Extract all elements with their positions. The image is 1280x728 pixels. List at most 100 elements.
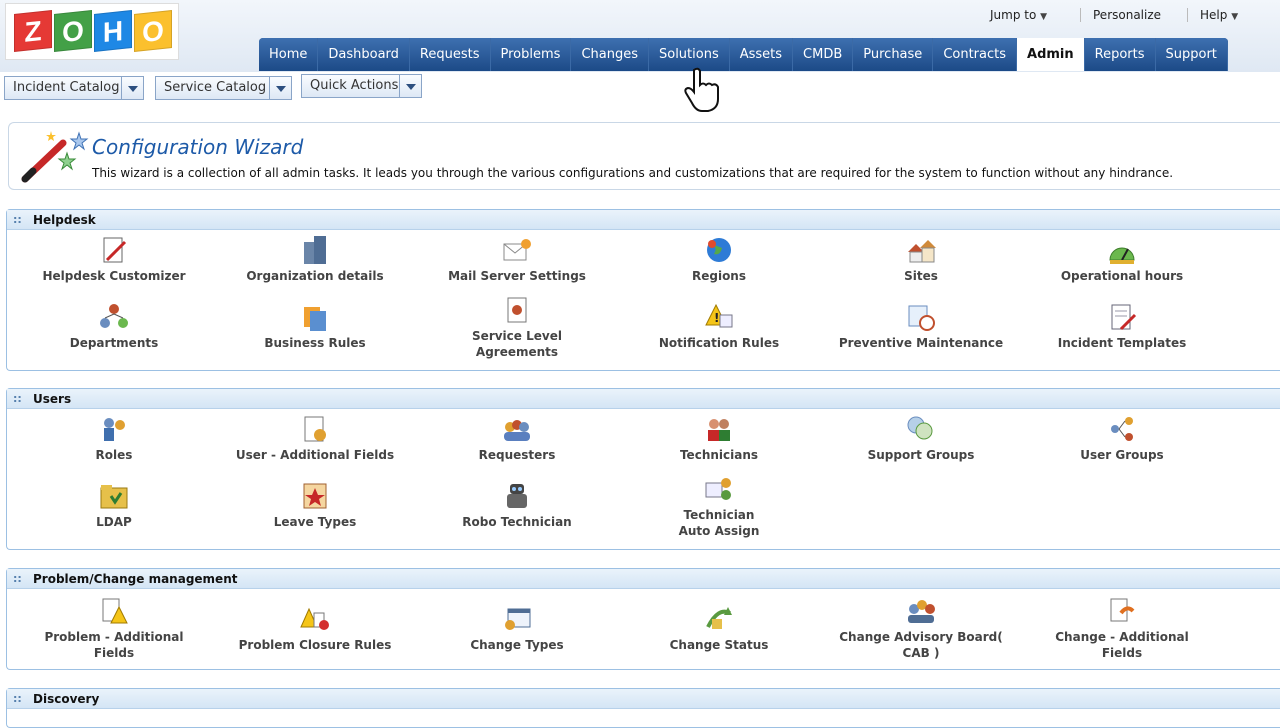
logo-letter: H [94, 10, 132, 52]
tab-home[interactable]: Home [259, 38, 319, 71]
item-label: Change - Additional Fields [1055, 630, 1189, 660]
users-section: :: Users Roles User - Additional Fields R… [6, 388, 1280, 550]
tab-cmdb[interactable]: CMDB [793, 38, 854, 71]
organization-details-item[interactable]: Organization details [225, 236, 405, 284]
change-advisory-board-item[interactable]: Change Advisory Board( CAB ) [831, 597, 1011, 661]
main-nav: Home Dashboard Requests Problems Changes… [259, 38, 1228, 71]
item-label: Mail Server Settings [448, 269, 586, 283]
rules-icon [304, 307, 326, 331]
tab-reports[interactable]: Reports [1084, 38, 1156, 71]
problem-closure-rules-item[interactable]: Problem Closure Rules [225, 605, 405, 653]
sub-toolbar: Incident Catalog Service Catalog Quick A… [0, 74, 1280, 100]
tab-dashboard[interactable]: Dashboard [318, 38, 410, 71]
section-header: :: Discovery [7, 689, 1280, 709]
change-additional-fields-item[interactable]: Change - Additional Fields [1032, 597, 1212, 661]
roles-item[interactable]: Roles [24, 415, 204, 463]
building-icon [304, 236, 326, 264]
incident-templates-item[interactable]: Incident Templates [1032, 303, 1212, 351]
jump-to-menu[interactable]: Jump to ▼ [990, 8, 1080, 22]
section-title: Problem/Change management [33, 572, 238, 586]
org-chart-icon [100, 304, 128, 328]
grip-icon: :: [13, 213, 22, 226]
quick-actions-dropdown[interactable]: Quick Actions [301, 74, 422, 98]
departments-item[interactable]: Departments [24, 303, 204, 351]
folder-icon [100, 485, 128, 509]
tab-support[interactable]: Support [1155, 38, 1228, 71]
quick-actions-label: Quick Actions [310, 78, 399, 93]
mail-icon [503, 239, 531, 261]
helpdesk-section: :: Helpdesk Helpdesk Customizer Organizat… [6, 209, 1280, 371]
divider [1187, 8, 1188, 22]
warning-icon: ! [705, 303, 733, 328]
change-form-icon [1110, 598, 1135, 622]
hand-cursor-icon [684, 67, 719, 112]
service-catalog-label: Service Catalog [164, 80, 267, 95]
leave-types-item[interactable]: Leave Types [225, 482, 405, 530]
problem-additional-fields-item[interactable]: Problem - Additional Fields [24, 597, 204, 661]
personalize-link[interactable]: Personalize [1093, 8, 1187, 22]
chevron-down-icon [269, 77, 291, 99]
magic-wand-icon [21, 131, 89, 183]
item-label: Requesters [478, 448, 556, 462]
change-types-item[interactable]: Change Types [427, 605, 607, 653]
help-label: Help [1200, 8, 1228, 22]
service-level-agreements-item[interactable]: Service Level Agreements [427, 296, 607, 360]
change-status-item[interactable]: Change Status [629, 605, 809, 653]
item-label: Departments [69, 336, 159, 350]
gauge-icon [1109, 247, 1135, 264]
people-icon [504, 420, 530, 441]
tab-changes[interactable]: Changes [571, 38, 649, 71]
item-label: Incident Templates [1057, 336, 1187, 350]
section-title: Users [33, 392, 72, 406]
cab-icon [908, 600, 935, 623]
ldap-item[interactable]: LDAP [24, 482, 204, 530]
change-status-icon [706, 607, 732, 629]
tab-requests[interactable]: Requests [409, 38, 491, 71]
help-menu[interactable]: Help ▼ [1200, 8, 1238, 22]
item-label: Problem - Additional Fields [44, 630, 184, 660]
roles-icon [104, 418, 125, 441]
chevron-down-icon [121, 77, 143, 99]
section-header: :: Users [7, 389, 1280, 409]
service-catalog-dropdown[interactable]: Service Catalog [155, 76, 292, 100]
user-groups-item[interactable]: User Groups [1032, 415, 1212, 463]
robo-technician-item[interactable]: Robo Technician [427, 482, 607, 530]
sites-item[interactable]: Sites [831, 236, 1011, 284]
user-additional-fields-item[interactable]: User - Additional Fields [225, 415, 405, 463]
globe-icon [707, 238, 731, 262]
technician-auto-assign-item[interactable]: Technician Auto Assign [629, 475, 809, 539]
tab-assets[interactable]: Assets [729, 38, 794, 71]
preventive-maintenance-item[interactable]: Preventive Maintenance [831, 303, 1011, 351]
item-label: Technician Auto Assign [678, 508, 760, 538]
notification-rules-item[interactable]: ! Notification Rules [629, 303, 809, 351]
item-label: User Groups [1080, 448, 1164, 462]
tab-problems[interactable]: Problems [490, 38, 572, 71]
operational-hours-item[interactable]: Operational hours [1032, 236, 1212, 284]
item-label: Problem Closure Rules [238, 638, 392, 652]
item-label: Change Types [470, 638, 564, 652]
incident-catalog-dropdown[interactable]: Incident Catalog [4, 76, 144, 100]
helpdesk-customizer-item[interactable]: Helpdesk Customizer [24, 236, 204, 284]
configuration-wizard-banner: Configuration Wizard This wizard is a co… [8, 122, 1280, 190]
business-rules-item[interactable]: Business Rules [225, 303, 405, 351]
item-label: Regions [691, 269, 746, 283]
zoho-logo[interactable]: Z O H O [5, 3, 179, 60]
logo-letter: Z [14, 10, 52, 52]
grip-icon: :: [13, 692, 22, 705]
change-types-icon [505, 608, 531, 630]
item-label: User - Additional Fields [235, 448, 395, 462]
item-label: Notification Rules [658, 336, 780, 350]
top-links: Jump to ▼ Personalize Help ▼ [990, 8, 1238, 22]
tab-contracts[interactable]: Contracts [933, 38, 1018, 71]
support-groups-item[interactable]: Support Groups [831, 415, 1011, 463]
tab-admin[interactable]: Admin [1017, 38, 1085, 71]
requesters-item[interactable]: Requesters [427, 415, 607, 463]
regions-item[interactable]: Regions [629, 236, 809, 284]
item-label: Change Advisory Board( CAB ) [839, 630, 1003, 660]
item-label: Organization details [246, 269, 384, 283]
mail-server-settings-item[interactable]: Mail Server Settings [427, 236, 607, 284]
technicians-item[interactable]: Technicians [629, 415, 809, 463]
item-label: Change Status [669, 638, 769, 652]
tab-purchase[interactable]: Purchase [853, 38, 934, 71]
section-title: Helpdesk [33, 213, 96, 227]
